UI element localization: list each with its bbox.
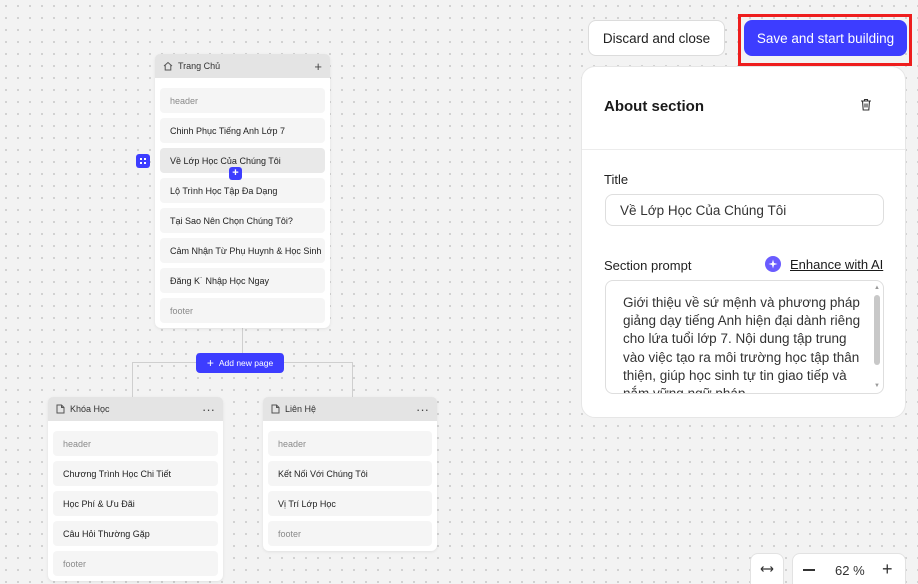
zoom-out-button[interactable] [803, 569, 815, 571]
page-card-header[interactable]: Liên Hệ ··· [263, 397, 437, 421]
section-item[interactable]: Học Phí & Ưu Đãi [53, 491, 218, 516]
grid-dots-icon [140, 158, 146, 164]
page-card-lien-he[interactable]: Liên Hệ ··· header Kết Nối Với Chúng Tôi… [263, 397, 437, 551]
section-settings-panel: About section Title Section prompt Enhan… [581, 66, 906, 418]
section-item-selected[interactable]: Về Lớp Học Của Chúng Tôi [160, 148, 325, 173]
page-title: Khóa Học [70, 404, 110, 414]
section-item[interactable]: Lộ Trình Học Tập Đa Dạng [160, 178, 325, 203]
page-card-khoa-hoc[interactable]: Khóa Học ··· header Chương Trình Học Chi… [48, 397, 223, 581]
add-section-icon[interactable]: + [314, 60, 322, 73]
zoom-control: 62 % + [792, 553, 906, 584]
section-item[interactable]: Kết Nối Với Chúng Tôi [268, 461, 432, 486]
page-icon [56, 404, 65, 414]
scrollbar-thumb[interactable] [874, 295, 880, 365]
page-title: Liên Hệ [285, 404, 317, 414]
sparkle-icon [765, 256, 781, 272]
drag-handle-icon[interactable] [136, 154, 150, 168]
plus-icon: + [206, 356, 214, 370]
trash-icon[interactable] [860, 98, 872, 116]
save-and-start-building-button[interactable]: Save and start building [744, 20, 907, 56]
enhance-with-ai-label: Enhance with AI [790, 256, 884, 272]
section-item[interactable]: Cảm Nhận Từ Phụ Huynh & Học Sinh [160, 238, 325, 263]
more-options-icon[interactable]: ··· [416, 403, 429, 416]
title-label: Title [604, 172, 629, 187]
zoom-in-button[interactable]: + [882, 560, 893, 578]
section-item[interactable]: Chương Trình Học Chi Tiết [53, 461, 218, 486]
add-new-page-button[interactable]: + Add new page [196, 353, 284, 373]
connector-right-down [352, 362, 353, 398]
fit-width-button[interactable] [750, 553, 784, 584]
home-icon [163, 61, 173, 71]
connector-home-down [242, 328, 243, 353]
discard-and-close-button[interactable]: Discard and close [588, 20, 725, 56]
section-item[interactable]: header [53, 431, 218, 456]
page-title: Trang Chủ [178, 61, 221, 71]
scroll-down-icon[interactable]: ▼ [874, 383, 880, 389]
section-item[interactable]: footer [160, 298, 325, 323]
more-options-icon[interactable]: ··· [202, 403, 215, 416]
section-item[interactable]: Đăng K˙ Nhập Học Ngay [160, 268, 325, 293]
section-item[interactable]: Chinh Phục Tiếng Anh Lớp 7 [160, 118, 325, 143]
section-item[interactable]: footer [53, 551, 218, 576]
add-new-page-label: Add new page [218, 358, 274, 368]
connector-left-down [132, 362, 133, 398]
page-icon [271, 404, 280, 414]
page-card-trang-chu[interactable]: Trang Chủ + header Chinh Phục Tiếng Anh … [155, 54, 330, 328]
scrollbar[interactable]: ▲ ▼ [874, 285, 880, 389]
insert-section-button[interactable]: + [229, 167, 242, 180]
section-item[interactable]: Tại Sao Nên Chọn Chúng Tôi? [160, 208, 325, 233]
zoom-level: 62 % [835, 563, 865, 578]
section-prompt-textarea[interactable]: Giới thiệu về sứ mệnh và phương pháp giả… [605, 280, 884, 394]
title-input[interactable] [605, 194, 884, 226]
panel-heading: About section [604, 98, 704, 115]
scroll-up-icon[interactable]: ▲ [874, 285, 880, 291]
section-item[interactable]: Vị Trí Lớp Học [268, 491, 432, 516]
section-prompt-text: Giới thiệu về sứ mệnh và phương pháp giả… [623, 295, 861, 394]
page-card-header[interactable]: Khóa Học ··· [48, 397, 223, 421]
page-card-header[interactable]: Trang Chủ + [155, 54, 330, 78]
section-item[interactable]: header [268, 431, 432, 456]
enhance-with-ai-link[interactable]: Enhance with AI [765, 256, 883, 272]
section-item[interactable]: header [160, 88, 325, 113]
section-prompt-label: Section prompt [604, 258, 692, 273]
fit-width-icon [760, 566, 774, 572]
divider [582, 149, 905, 150]
section-item[interactable]: footer [268, 521, 432, 546]
section-item[interactable]: Câu Hỏi Thường Gặp [53, 521, 218, 546]
